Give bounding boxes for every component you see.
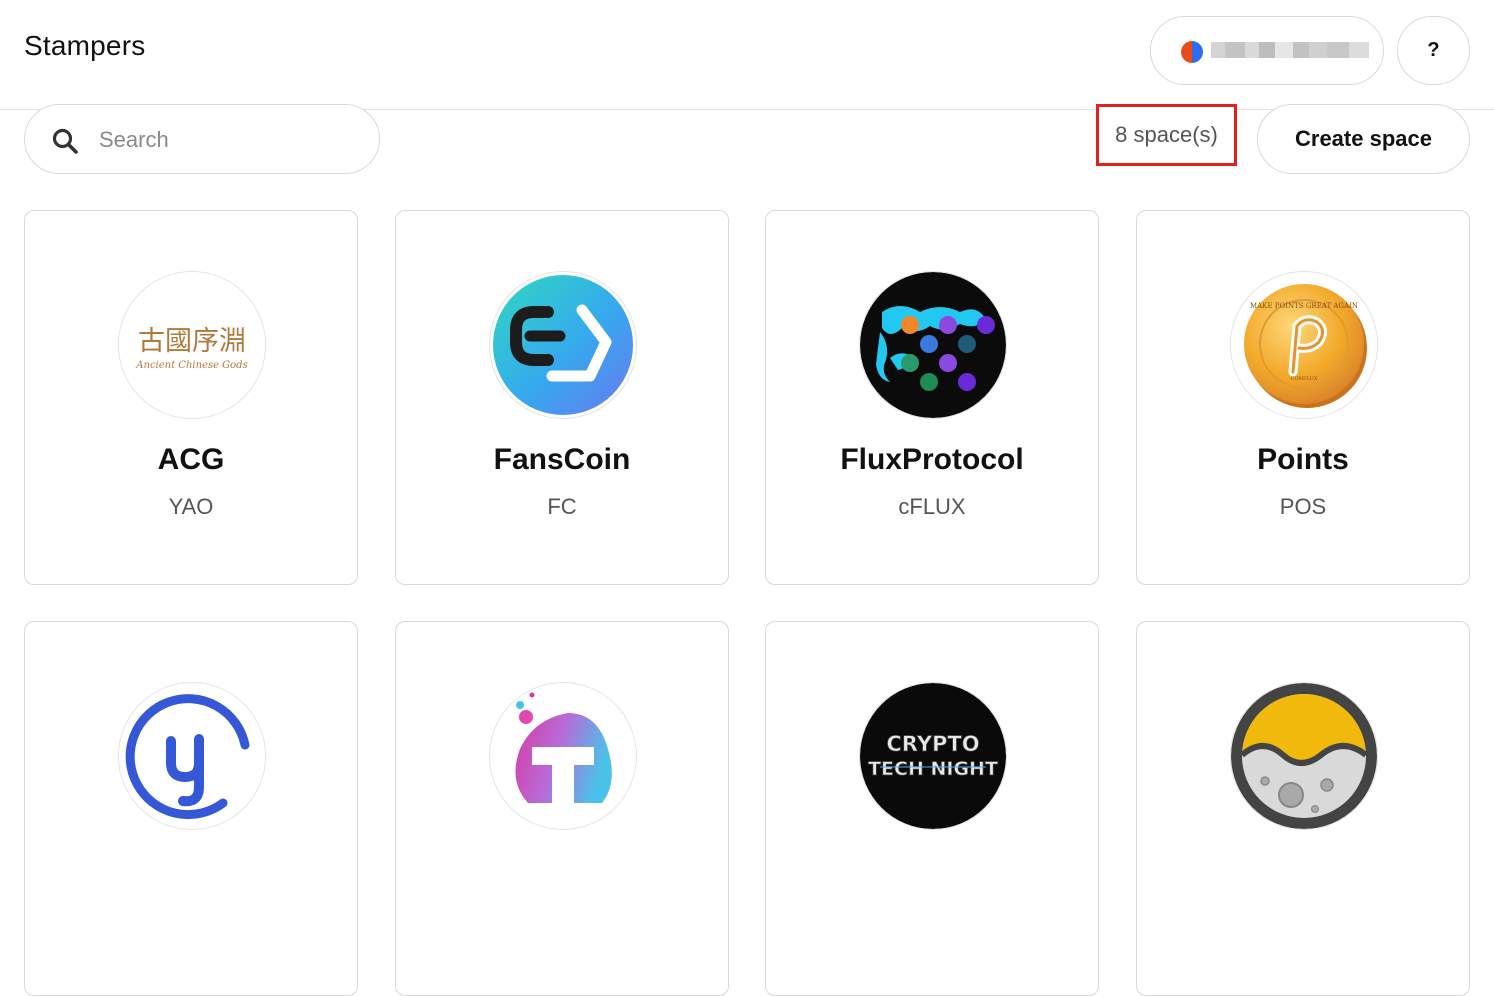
space-card[interactable]: FansCoin FC: [395, 210, 729, 585]
crypto-tech-night-logo: CRYPTO TECH NIGHT: [859, 682, 1007, 830]
logo-text-tech-night: TECH NIGHT: [868, 758, 998, 780]
account-address-masked: [1211, 42, 1369, 58]
app-title: Stampers: [24, 30, 146, 61]
space-count-label: 8 space(s): [1096, 104, 1237, 166]
space-card[interactable]: 古國序淵 Ancient Chinese Gods ACG YAO: [24, 210, 358, 585]
space-card[interactable]: [24, 621, 358, 996]
acg-logo-caption: Ancient Chinese Gods: [135, 360, 247, 371]
points-brand-text: CONFLUX: [1291, 376, 1318, 382]
space-card[interactable]: MAKE POINTS GREAT AGAIN CONFLUX Points P…: [1136, 210, 1470, 585]
search-box[interactable]: [24, 104, 380, 174]
space-card[interactable]: [1136, 621, 1470, 996]
blue-y-logo: [118, 682, 266, 830]
points-ring-text: MAKE POINTS GREAT AGAIN: [1250, 302, 1358, 310]
fluxprotocol-logo: [859, 271, 1007, 419]
space-name: FansCoin: [493, 443, 631, 476]
ancient-chinese-gods-logo: 古國序淵 Ancient Chinese Gods: [118, 271, 266, 419]
acg-logo-glyphs: 古國序淵: [138, 326, 246, 357]
search-input[interactable]: [97, 123, 357, 157]
space-name: ACG: [157, 443, 225, 476]
space-symbol: POS: [1279, 494, 1327, 519]
space-name: FluxProtocol: [840, 443, 1024, 476]
moon-logo: [1230, 682, 1378, 830]
space-symbol: FC: [547, 494, 577, 519]
space-card[interactable]: CRYPTO TECH NIGHT: [765, 621, 1099, 996]
space-card[interactable]: [395, 621, 729, 996]
space-card[interactable]: FluxProtocol cFLUX: [765, 210, 1099, 585]
create-space-button[interactable]: Create space: [1257, 104, 1470, 174]
search-icon: [52, 128, 78, 154]
logo-text-crypto: CRYPTO: [886, 732, 979, 756]
points-coin-logo: MAKE POINTS GREAT AGAIN CONFLUX: [1230, 271, 1378, 419]
space-name: Points: [1257, 443, 1349, 476]
gradient-t-logo: [489, 682, 637, 830]
fanscoin-logo: [489, 271, 637, 419]
space-symbol: cFLUX: [898, 494, 966, 519]
help-button[interactable]: ?: [1397, 16, 1470, 85]
account-avatar: [1181, 41, 1203, 63]
account-button[interactable]: [1150, 16, 1384, 85]
space-symbol: YAO: [168, 494, 214, 519]
top-bar: Stampers ?: [0, 0, 1494, 110]
